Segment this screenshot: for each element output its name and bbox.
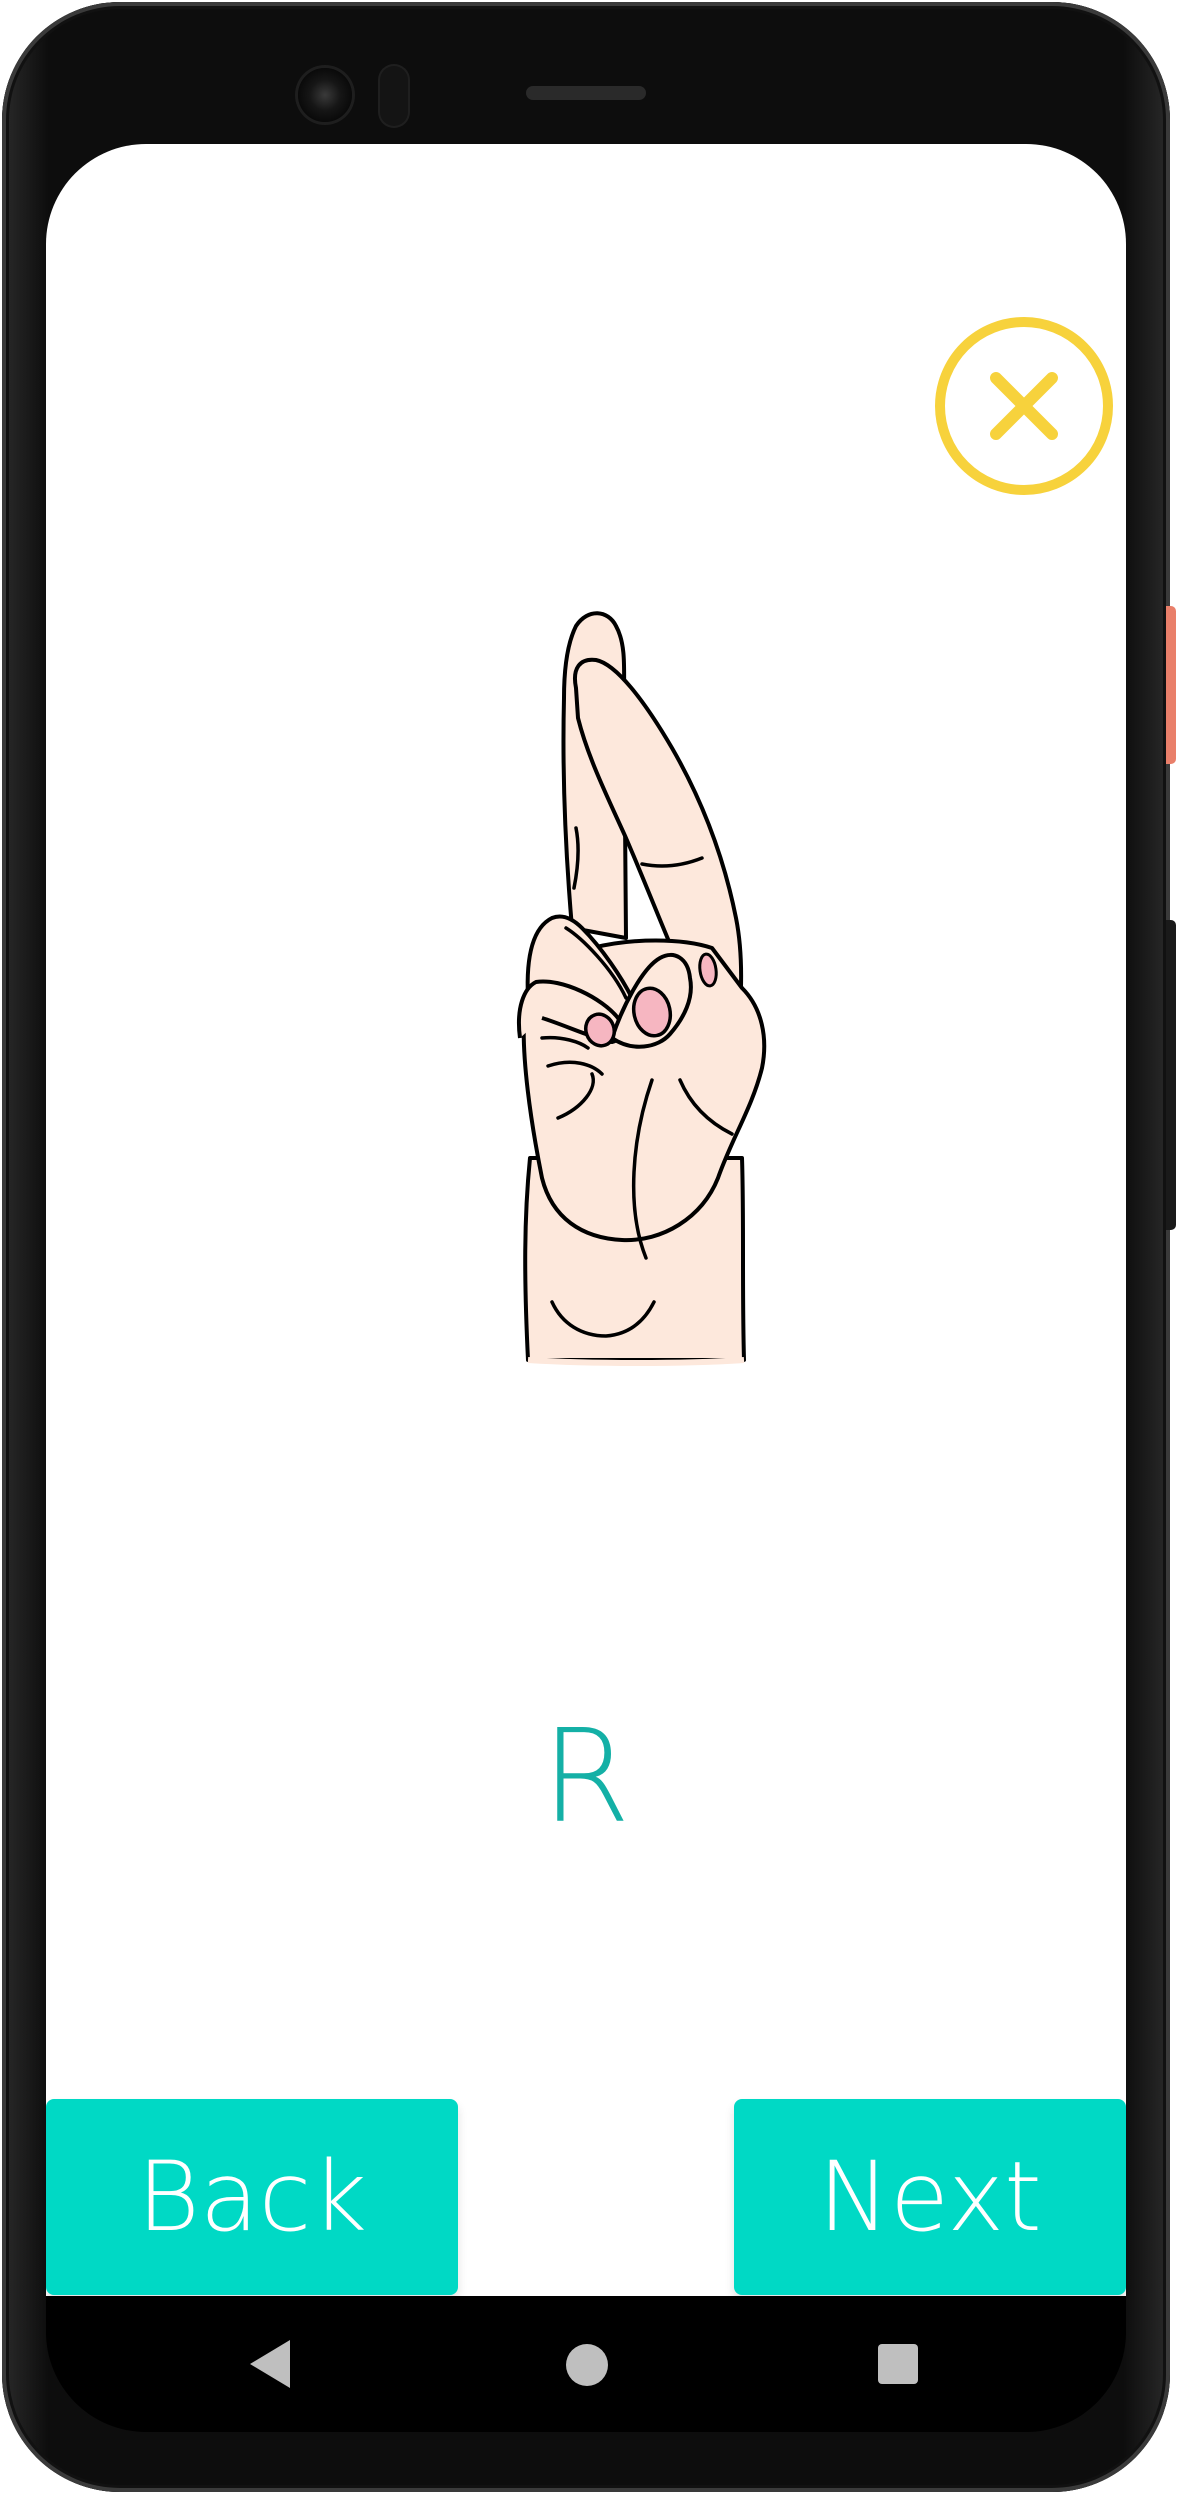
earpiece-speaker	[526, 86, 646, 100]
system-nav-bar	[46, 2296, 1126, 2432]
front-camera	[298, 68, 352, 122]
app-screen: R Back Next	[46, 144, 1126, 2296]
nav-home-icon[interactable]	[566, 2344, 608, 2386]
next-button[interactable]: Next	[734, 2099, 1126, 2295]
close-button[interactable]	[934, 316, 1114, 496]
hand-sign-illustration	[412, 518, 832, 1458]
volume-button	[1166, 920, 1176, 1230]
nav-back-icon[interactable]	[250, 2340, 290, 2388]
back-button[interactable]: Back	[46, 2099, 458, 2295]
nav-recents-icon[interactable]	[878, 2344, 918, 2384]
power-button	[1166, 606, 1176, 764]
back-button-label: Back	[136, 2141, 368, 2253]
proximity-sensor	[380, 66, 408, 126]
hand-sign-r-icon	[517, 611, 767, 1366]
next-button-label: Next	[818, 2141, 1042, 2253]
close-icon	[935, 317, 1113, 495]
sign-letter: R	[541, 1703, 631, 1852]
